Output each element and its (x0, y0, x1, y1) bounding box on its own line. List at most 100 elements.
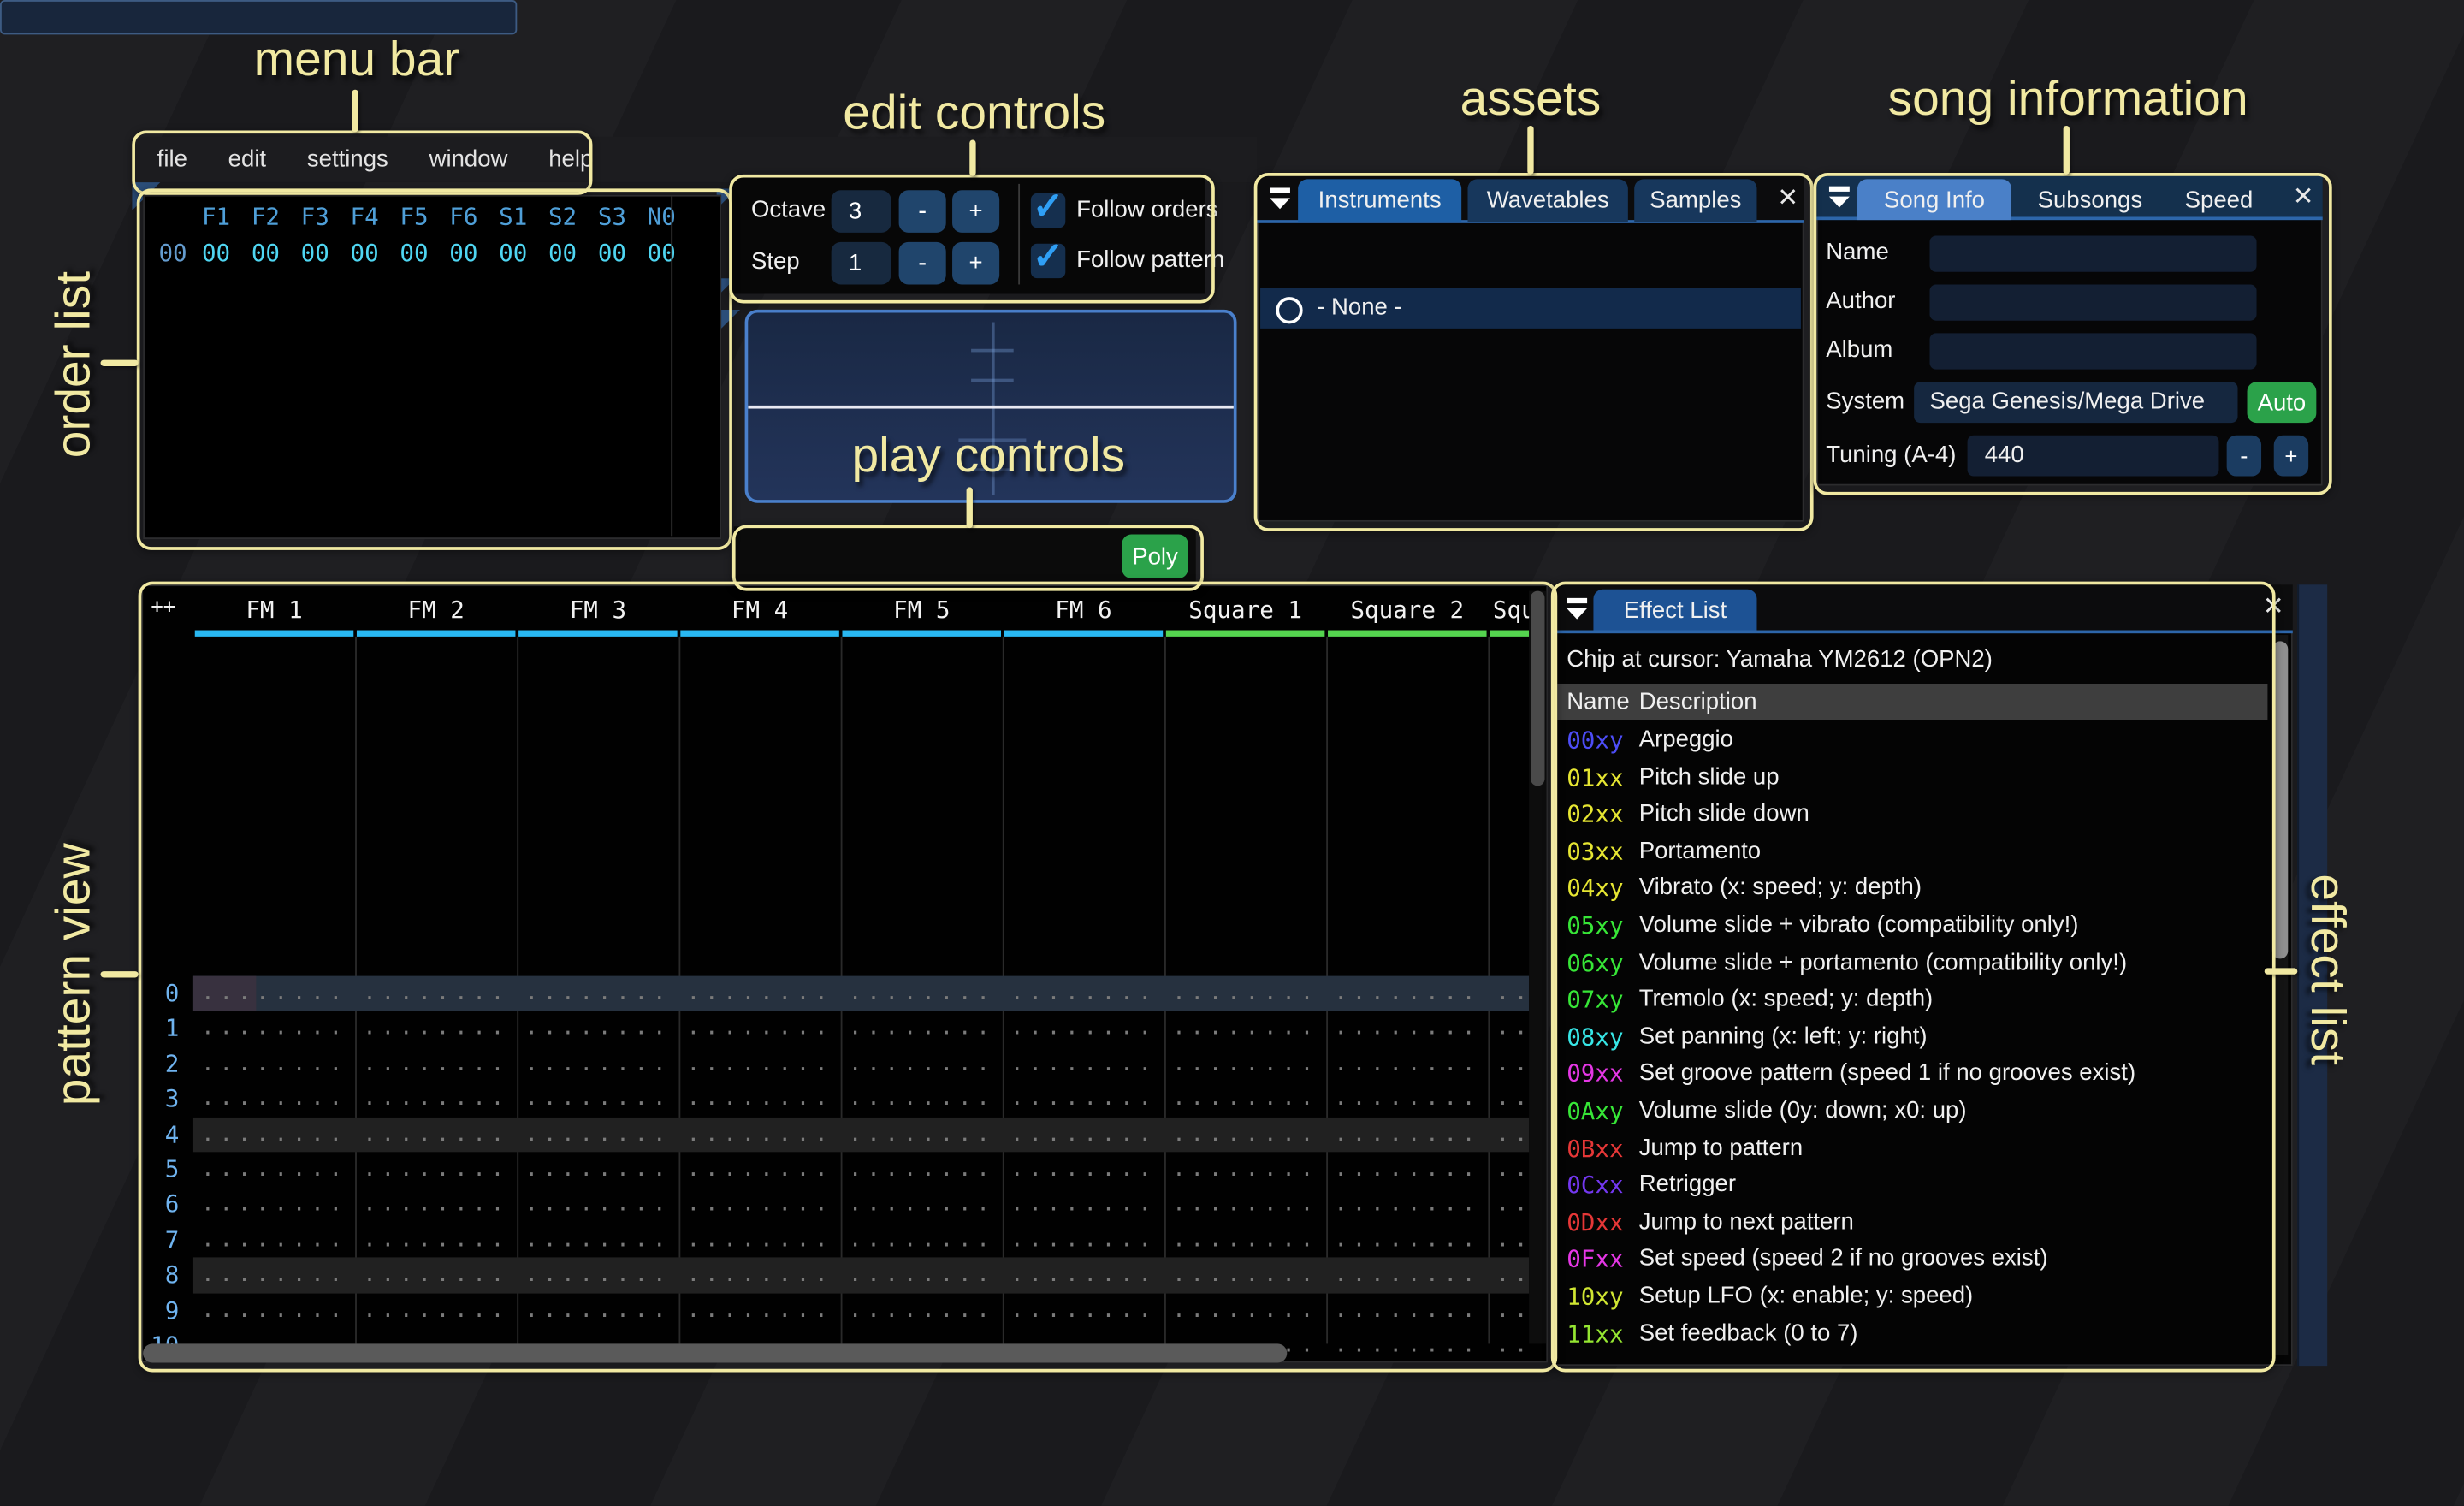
pattern-cell[interactable]: ........... (524, 1011, 671, 1046)
pattern-cell[interactable]: ........... (524, 976, 671, 1011)
order-cell[interactable]: 00 (291, 239, 340, 267)
pattern-vscrollbar[interactable] (1529, 590, 1547, 1344)
pattern-cell[interactable]: ........... (1010, 1258, 1157, 1293)
octave-plus-button[interactable]: + (952, 190, 1000, 233)
pattern-cell[interactable]: ........... (849, 1258, 995, 1293)
tab-effect-list[interactable]: Effect List (1593, 589, 1757, 632)
order-cell[interactable]: 00 (588, 239, 637, 267)
pattern-cell[interactable]: ........... (524, 1293, 671, 1328)
pattern-cell[interactable]: ........... (1496, 1328, 1528, 1363)
order-cell[interactable]: 00 (489, 239, 537, 267)
tuning-plus-button[interactable]: + (2273, 435, 2309, 477)
pattern-cell[interactable]: ........... (687, 1117, 833, 1152)
pattern-cell[interactable]: ........... (1010, 1223, 1157, 1258)
pattern-cell[interactable]: ........... (1010, 1293, 1157, 1328)
order-cell[interactable]: 00 (439, 239, 488, 267)
pattern-cell[interactable]: ........... (363, 1293, 509, 1328)
collapse-icon[interactable] (1266, 186, 1294, 214)
pattern-cell[interactable]: ........... (1010, 1082, 1157, 1117)
channel-header-fm-1[interactable]: FM 1 (193, 596, 355, 624)
pattern-cell[interactable]: ........... (201, 1082, 347, 1117)
order-cell[interactable]: 00 (637, 239, 686, 267)
tab-speed[interactable]: Speed (2171, 179, 2266, 220)
pattern-cell[interactable]: ........... (687, 1223, 833, 1258)
auto-system-button[interactable]: Auto (2247, 382, 2317, 424)
pattern-cell[interactable]: ........... (201, 1152, 347, 1187)
pattern-cell[interactable]: ........... (201, 976, 347, 1011)
pattern-cell[interactable]: ........... (1334, 1117, 1480, 1152)
tab-song-info[interactable]: Song Info (1857, 179, 2012, 221)
step-value[interactable]: 1 (831, 241, 891, 285)
pattern-cell[interactable]: ........... (1010, 976, 1157, 1011)
pattern-cell[interactable]: ........... (1172, 1082, 1318, 1117)
pattern-cell[interactable]: ........... (363, 1187, 509, 1222)
pattern-cell[interactable]: ........... (1172, 1152, 1318, 1187)
collapse-icon[interactable] (1826, 184, 1854, 212)
order-cell[interactable]: 00 (341, 239, 389, 267)
pattern-cell[interactable]: ........... (687, 1293, 833, 1328)
order-selected-row[interactable] (0, 0, 518, 35)
pattern-cell[interactable]: ........... (363, 1152, 509, 1187)
step-plus-button[interactable]: + (952, 241, 1000, 285)
name-input[interactable] (1929, 235, 2257, 272)
pattern-cell[interactable]: ........... (1010, 1152, 1157, 1187)
pattern-cell[interactable]: ........... (1172, 1046, 1318, 1082)
menu-help[interactable]: help (528, 137, 613, 182)
pattern-cell[interactable]: ........... (1334, 1293, 1480, 1328)
pattern-cell[interactable]: ........... (1172, 1223, 1318, 1258)
pattern-cell[interactable]: ........... (849, 1011, 995, 1046)
pattern-cell[interactable]: ........... (524, 1223, 671, 1258)
octave-minus-button[interactable]: - (898, 190, 946, 233)
channel-header-square-1[interactable]: Square 1 (1164, 596, 1326, 624)
pattern-cell[interactable]: ........... (849, 1187, 995, 1222)
pattern-cell[interactable]: ........... (1010, 1117, 1157, 1152)
pattern-cell[interactable]: ........... (524, 1082, 671, 1117)
pattern-cell[interactable]: ........... (363, 1046, 509, 1082)
pattern-cell[interactable]: ........... (687, 1258, 833, 1293)
instrument-list-item-label[interactable]: - None - (1317, 291, 1402, 325)
pattern-cell[interactable]: ........... (201, 1223, 347, 1258)
collapse-icon[interactable] (1564, 596, 1592, 624)
channel-header-fm-4[interactable]: FM 4 (678, 596, 840, 624)
pattern-cell[interactable]: ........... (363, 1117, 509, 1152)
pattern-cell[interactable]: ........... (1334, 1258, 1480, 1293)
pattern-cell[interactable]: ........... (849, 1046, 995, 1082)
order-cell[interactable]: 00 (241, 239, 290, 267)
pattern-cell[interactable]: ........... (363, 1082, 509, 1117)
pattern-cell[interactable]: ........... (1496, 1082, 1528, 1117)
pattern-cell[interactable]: ........... (1334, 1187, 1480, 1222)
tab-instruments[interactable]: Instruments (1298, 179, 1462, 222)
pattern-cell[interactable]: ........... (849, 1152, 995, 1187)
channel-header-fm-2[interactable]: FM 2 (355, 596, 517, 624)
pattern-cell[interactable]: ........... (687, 1082, 833, 1117)
pattern-cell[interactable]: ........... (1334, 1152, 1480, 1187)
pattern-cell[interactable]: ........... (687, 1152, 833, 1187)
pattern-cell[interactable]: ........... (1172, 976, 1318, 1011)
pattern-cell[interactable]: ........... (363, 976, 509, 1011)
follow-orders-checkbox[interactable]: ✓ (1030, 186, 1066, 228)
pattern-cell[interactable]: ........... (524, 1258, 671, 1293)
close-icon[interactable]: ✕ (1777, 187, 1798, 212)
pattern-cell[interactable]: ........... (1496, 1011, 1528, 1046)
pattern-cell[interactable]: ........... (687, 1046, 833, 1082)
effect-list-vscrollbar-thumb[interactable] (2272, 641, 2289, 959)
pattern-cell[interactable]: ........... (1010, 1011, 1157, 1046)
pattern-cell[interactable]: ........... (687, 1011, 833, 1046)
pattern-cell[interactable]: ........... (363, 1011, 509, 1046)
order-cell[interactable]: 00 (192, 239, 240, 267)
order-cell[interactable]: 00 (538, 239, 587, 267)
pattern-cell[interactable]: ........... (1334, 1328, 1480, 1363)
pattern-cell[interactable]: ........... (201, 1258, 347, 1293)
menu-window[interactable]: window (409, 137, 529, 182)
pattern-vscrollbar-thumb[interactable] (1530, 590, 1545, 786)
pattern-cell[interactable]: ........... (363, 1223, 509, 1258)
tuning-minus-button[interactable]: - (2226, 435, 2262, 477)
pattern-cell[interactable]: ........... (1172, 1258, 1318, 1293)
pattern-cell[interactable]: ........... (1496, 976, 1528, 1011)
pattern-cell[interactable]: ........... (201, 1187, 347, 1222)
pattern-cell[interactable]: ........... (201, 1011, 347, 1046)
pattern-cell[interactable]: ........... (1172, 1117, 1318, 1152)
pattern-cell[interactable]: ........... (524, 1187, 671, 1222)
pattern-cell[interactable]: ........... (1496, 1223, 1528, 1258)
pattern-cell[interactable]: ........... (363, 1258, 509, 1293)
